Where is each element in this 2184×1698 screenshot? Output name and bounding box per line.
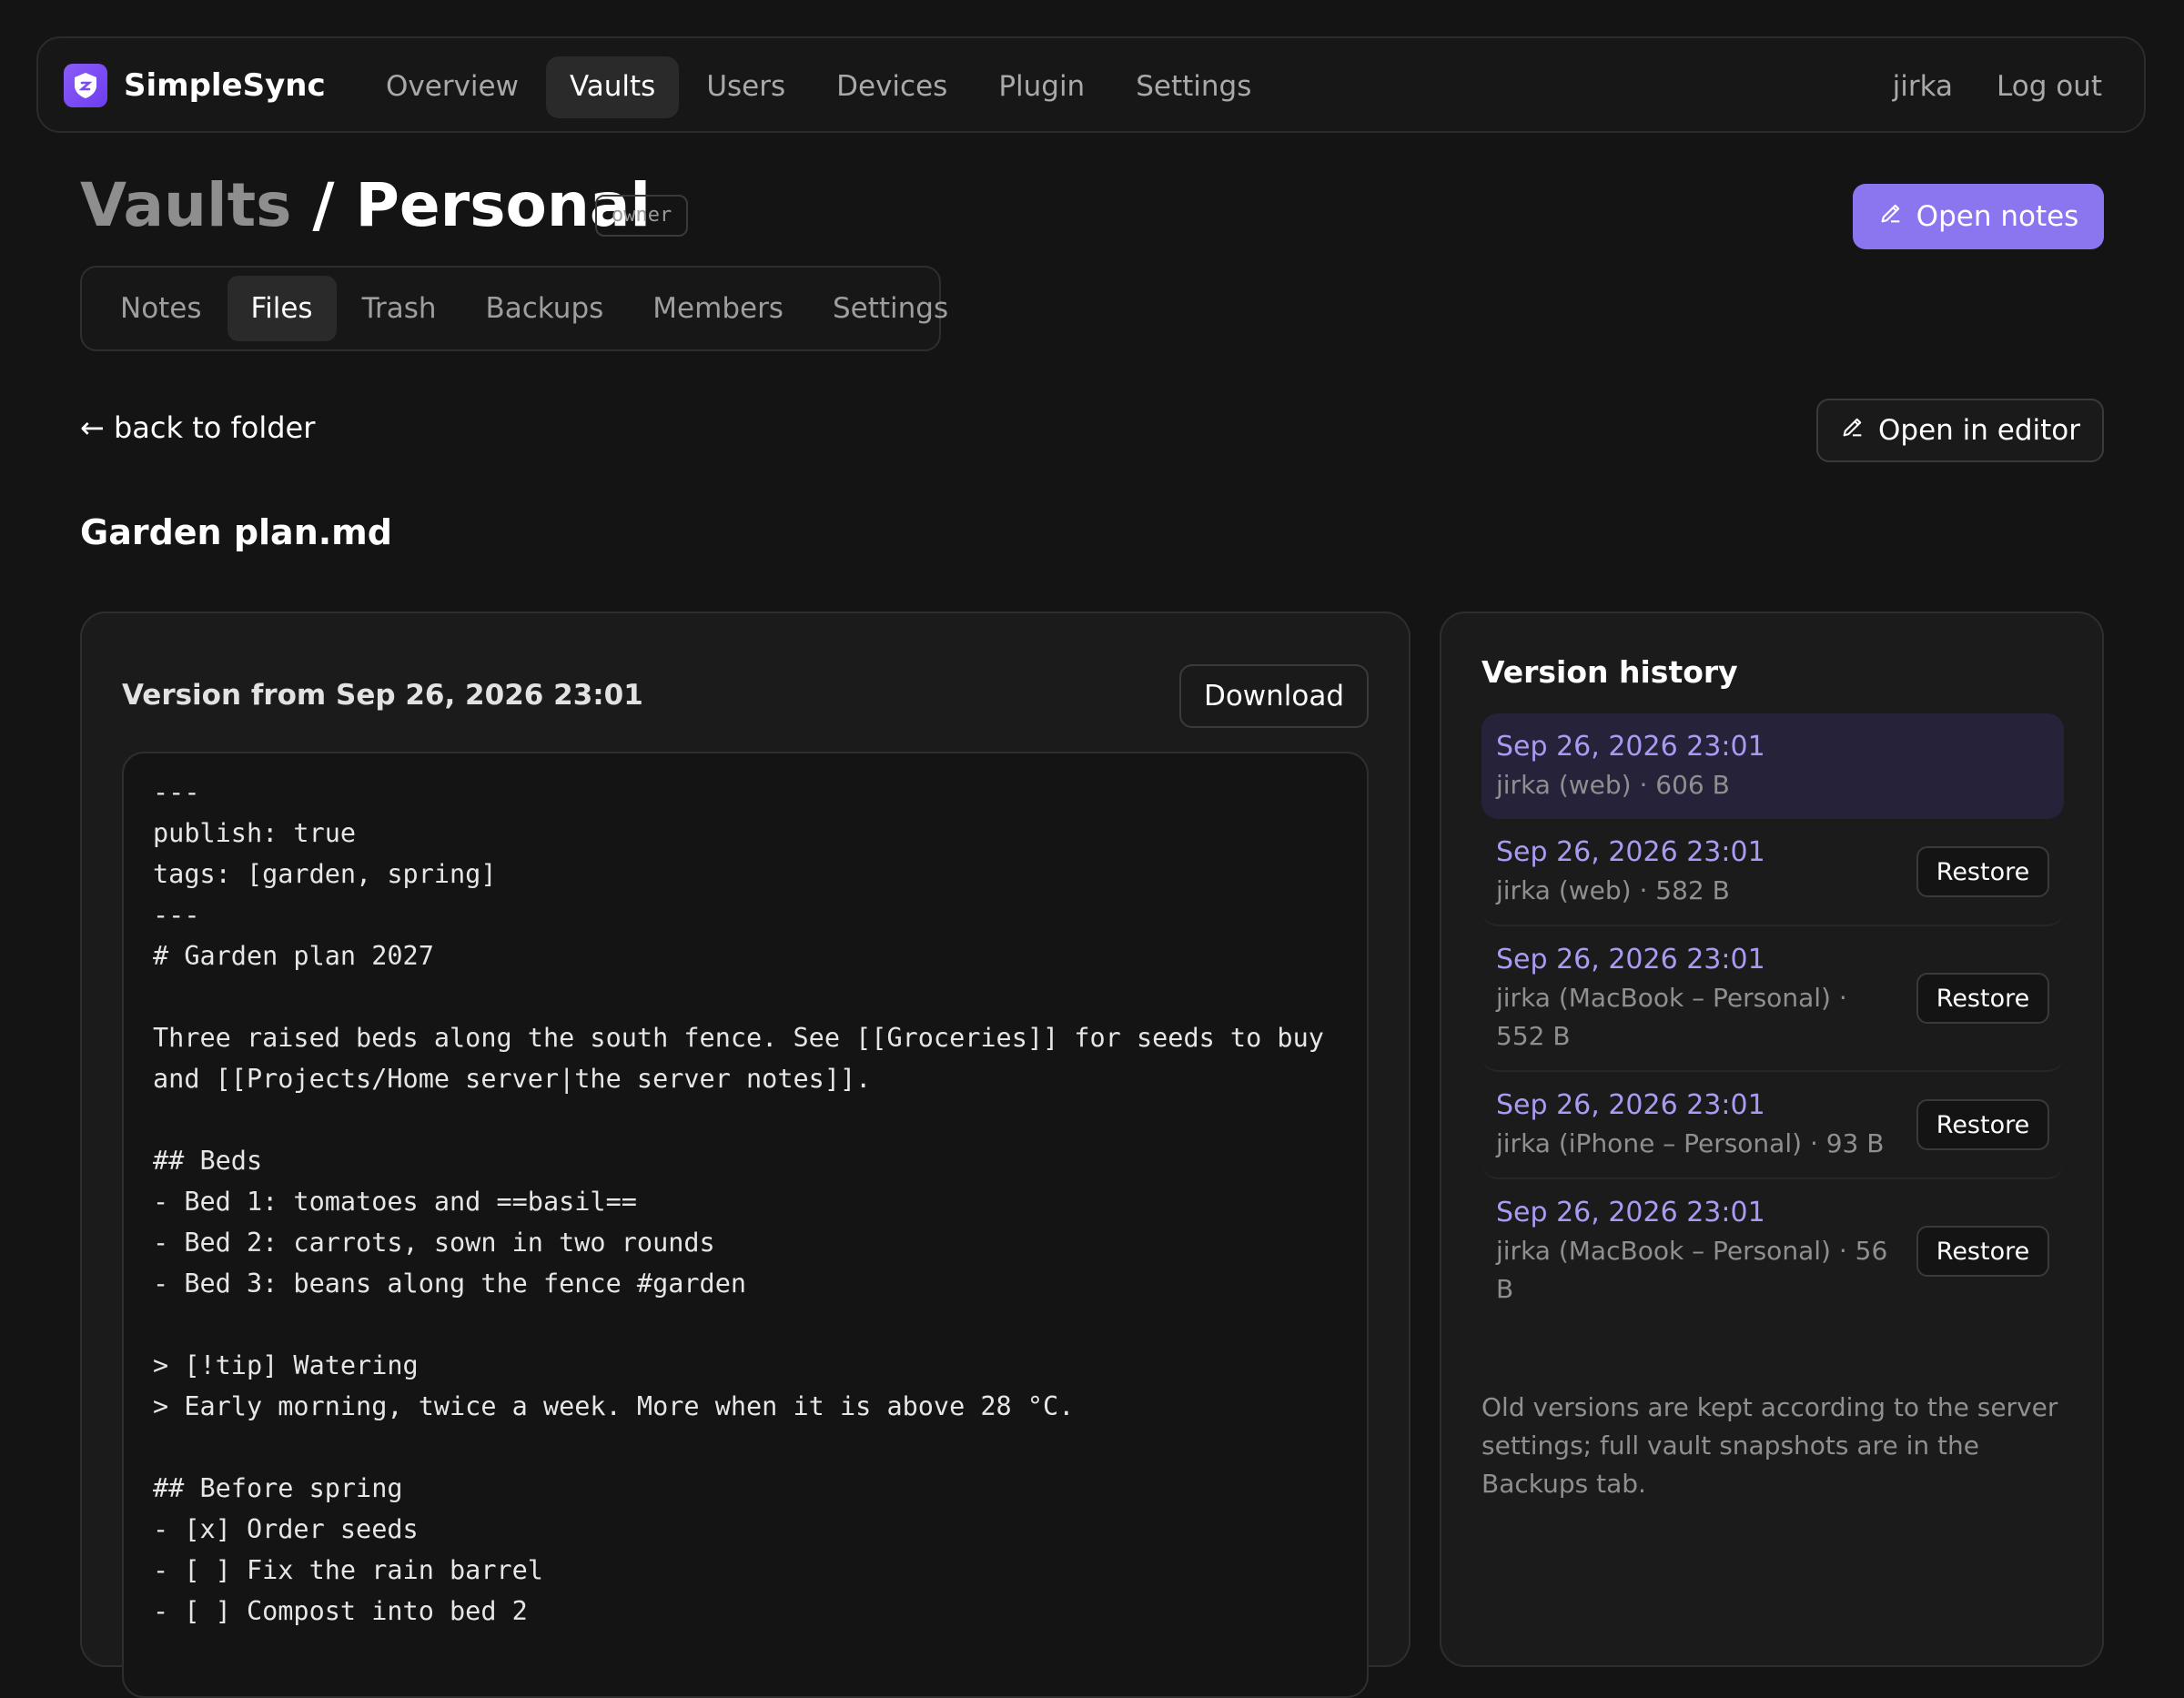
version-item-current[interactable]: Sep 26, 2026 23:01 jirka (web) · 606 B — [1481, 713, 2064, 819]
nav-item-overview[interactable]: Overview — [362, 56, 542, 118]
file-name: Garden plan.md — [80, 512, 392, 552]
brand-name[interactable]: SimpleSync — [124, 64, 326, 107]
version-date: Sep 26, 2026 23:01 — [1496, 731, 1765, 763]
nav-item-vaults[interactable]: Vaults — [545, 56, 680, 118]
tab-backups[interactable]: Backups — [462, 276, 628, 341]
pencil-icon — [1878, 200, 1904, 233]
file-content: --- publish: true tags: [garden, spring]… — [153, 777, 1324, 1626]
open-in-editor-button[interactable]: Open in editor — [1816, 399, 2104, 462]
version-item[interactable]: Sep 26, 2026 23:01 jirka (MacBook – Pers… — [1481, 926, 2064, 1072]
user-name-link[interactable]: jirka — [1871, 56, 1975, 118]
version-item[interactable]: Sep 26, 2026 23:01 jirka (web) · 582 B R… — [1481, 819, 2064, 926]
top-navbar: SimpleSync Overview Vaults Users Devices… — [36, 36, 2146, 133]
version-item[interactable]: Sep 26, 2026 23:01 jirka (iPhone – Perso… — [1481, 1072, 2064, 1179]
version-date: Sep 26, 2026 23:01 — [1496, 944, 1765, 975]
nav-item-users[interactable]: Users — [682, 56, 809, 118]
version-meta: jirka (web) · 582 B — [1496, 875, 1730, 905]
file-content-viewer[interactable]: --- publish: true tags: [garden, spring]… — [122, 752, 1369, 1698]
vault-tabs: Notes Files Trash Backups Members Settin… — [80, 266, 948, 351]
version-date: Sep 26, 2026 23:01 — [1496, 836, 1765, 868]
version-date: Sep 26, 2026 23:01 — [1496, 1089, 1765, 1121]
version-meta: jirka (MacBook – Personal) · 552 B — [1496, 983, 1847, 1051]
pencil-icon — [1840, 414, 1866, 447]
version-title: Version from Sep 26, 2026 23:01 — [122, 679, 643, 712]
restore-button[interactable]: Restore — [1916, 1226, 2049, 1277]
version-history-panel: Version history Sep 26, 2026 23:01 jirka… — [1440, 611, 2104, 1667]
version-retention-note: Old versions are kept according to the s… — [1481, 1392, 2058, 1499]
version-list: Sep 26, 2026 23:01 jirka (web) · 606 B S… — [1481, 713, 2064, 1323]
shield-logo-icon[interactable] — [64, 64, 107, 107]
version-item[interactable]: Sep 26, 2026 23:01 jirka (MacBook – Pers… — [1481, 1179, 2064, 1323]
logout-link[interactable]: Log out — [1975, 56, 2124, 118]
user-menu: jirka Log out — [1871, 56, 2124, 118]
page-title: Vaults / Personal — [80, 167, 651, 244]
role-badge: owner — [595, 195, 689, 237]
restore-button[interactable]: Restore — [1916, 973, 2049, 1024]
version-date: Sep 26, 2026 23:01 — [1496, 1197, 1765, 1228]
open-in-editor-label: Open in editor — [1878, 414, 2080, 447]
tab-files[interactable]: Files — [227, 276, 337, 341]
nav-item-settings[interactable]: Settings — [1112, 56, 1275, 118]
open-notes-label: Open notes — [1916, 200, 2079, 233]
restore-button[interactable]: Restore — [1916, 846, 2049, 897]
tab-trash[interactable]: Trash — [339, 276, 460, 341]
download-button[interactable]: Download — [1179, 664, 1369, 728]
breadcrumb-vaults[interactable]: Vaults — [80, 170, 291, 240]
tab-settings[interactable]: Settings — [809, 276, 972, 341]
version-meta: jirka (web) · 606 B — [1496, 770, 1730, 800]
open-notes-button[interactable]: Open notes — [1853, 184, 2104, 249]
main-nav: Overview Vaults Users Devices Plugin Set… — [362, 56, 1275, 118]
version-meta: jirka (iPhone – Personal) · 93 B — [1496, 1128, 1885, 1158]
breadcrumb-separator: / — [291, 170, 356, 240]
nav-item-plugin[interactable]: Plugin — [975, 56, 1108, 118]
file-version-panel: Version from Sep 26, 2026 23:01 Download… — [80, 611, 1410, 1698]
restore-button[interactable]: Restore — [1916, 1099, 2049, 1150]
version-history-title: Version history — [1481, 654, 1738, 690]
nav-item-devices[interactable]: Devices — [813, 56, 971, 118]
tab-members[interactable]: Members — [629, 276, 807, 341]
version-meta: jirka (MacBook – Personal) · 56 B — [1496, 1236, 1888, 1304]
back-to-folder-link[interactable]: ← back to folder — [80, 408, 315, 448]
tab-notes[interactable]: Notes — [96, 276, 226, 341]
